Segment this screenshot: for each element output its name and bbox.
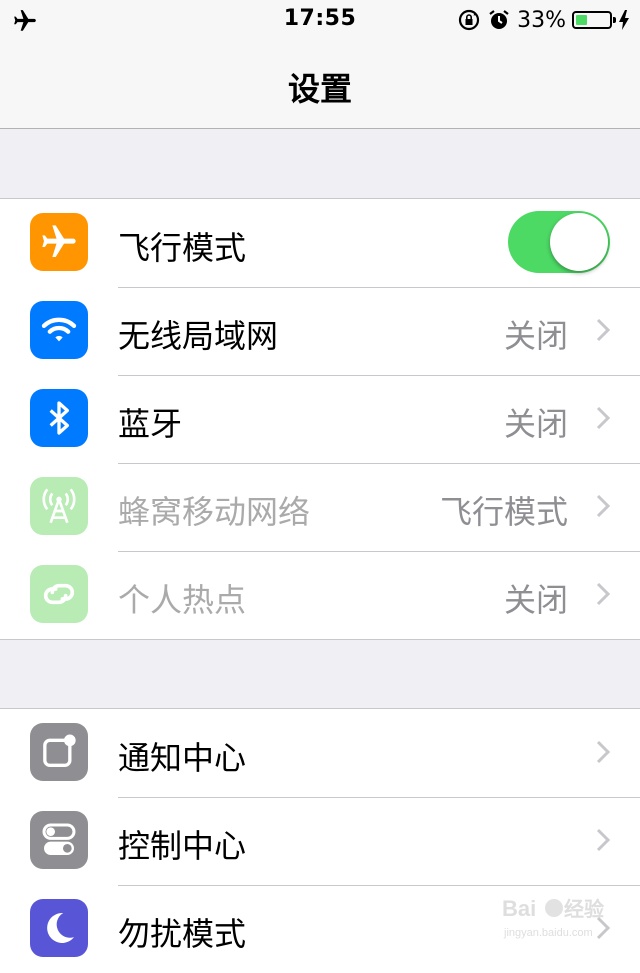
hotspot-icon-tile	[30, 565, 88, 623]
airplane-icon	[42, 225, 76, 257]
airplane-mode-icon-tile	[30, 213, 88, 271]
chevron-right-icon	[596, 406, 610, 430]
settings-row-wifi[interactable]: 无线局域网 关闭	[0, 287, 640, 375]
row-label: 飞行模式	[118, 229, 247, 267]
control-center-icon-tile	[30, 811, 88, 869]
battery-cap	[613, 17, 616, 23]
settings-row-control-center[interactable]: 控制中心	[0, 797, 640, 885]
bluetooth-icon-tile	[30, 389, 88, 447]
settings-row-airplane-mode[interactable]: 飞行模式	[0, 199, 640, 287]
row-label: 蓝牙	[118, 405, 183, 443]
moon-icon	[47, 912, 74, 943]
toggle-knob	[550, 213, 608, 271]
battery-percent: 33%	[517, 7, 566, 33]
battery-level-fill	[576, 15, 587, 25]
notification-center-icon	[43, 734, 76, 767]
hotspot-icon	[43, 583, 75, 605]
battery-icon	[572, 11, 616, 29]
cellular-icon-tile	[30, 477, 88, 535]
row-label: 勿扰模式	[118, 915, 247, 953]
row-label: 通知中心	[118, 739, 247, 777]
row-value: 关闭	[503, 317, 568, 355]
row-value: 关闭	[503, 581, 568, 619]
control-center-icon	[42, 823, 76, 855]
status-bar: 17:55 33%	[0, 0, 640, 40]
baidu-jingyan-watermark: Bai 经验 jingyan.baidu.com	[502, 896, 604, 939]
connectivity-group: 飞行模式 无线局域网 关闭 蓝牙 关闭 蜂窝移动网络 飞行模式 个人热点 关闭	[0, 198, 640, 640]
settings-row-cellular[interactable]: 蜂窝移动网络 飞行模式	[0, 463, 640, 551]
svg-text:经验: 经验	[564, 897, 604, 921]
row-label: 控制中心	[118, 827, 247, 865]
settings-row-bluetooth[interactable]: 蓝牙 关闭	[0, 375, 640, 463]
row-label: 个人热点	[118, 581, 247, 619]
row-value: 飞行模式	[439, 493, 568, 531]
notification-center-icon-tile	[30, 723, 88, 781]
bluetooth-icon	[49, 401, 70, 435]
settings-row-notification-center[interactable]: 通知中心	[0, 709, 640, 797]
navigation-bar: 设置	[0, 40, 640, 129]
airplane-mode-toggle[interactable]	[508, 211, 610, 273]
page-title: 设置	[287, 70, 352, 108]
row-label: 无线局域网	[118, 317, 279, 355]
chevron-right-icon	[596, 740, 610, 764]
chevron-right-icon	[596, 318, 610, 342]
alarm-icon	[489, 10, 509, 29]
wifi-icon	[41, 317, 77, 342]
cellular-icon	[42, 488, 76, 524]
row-value: 关闭	[503, 405, 568, 443]
chevron-right-icon	[596, 828, 610, 852]
settings-row-personal-hotspot[interactable]: 个人热点 关闭	[0, 551, 640, 639]
svg-text:jingyan.baidu.com: jingyan.baidu.com	[503, 927, 593, 939]
status-right-group: 33%	[457, 7, 630, 33]
orientation-lock-icon	[458, 9, 480, 31]
wifi-icon-tile	[30, 301, 88, 359]
do-not-disturb-icon-tile	[30, 899, 88, 957]
chevron-right-icon	[596, 494, 610, 518]
row-label: 蜂窝移动网络	[118, 493, 311, 531]
chevron-right-icon	[596, 582, 610, 606]
svg-text:Bai: Bai	[502, 896, 536, 921]
charging-icon	[619, 10, 629, 30]
